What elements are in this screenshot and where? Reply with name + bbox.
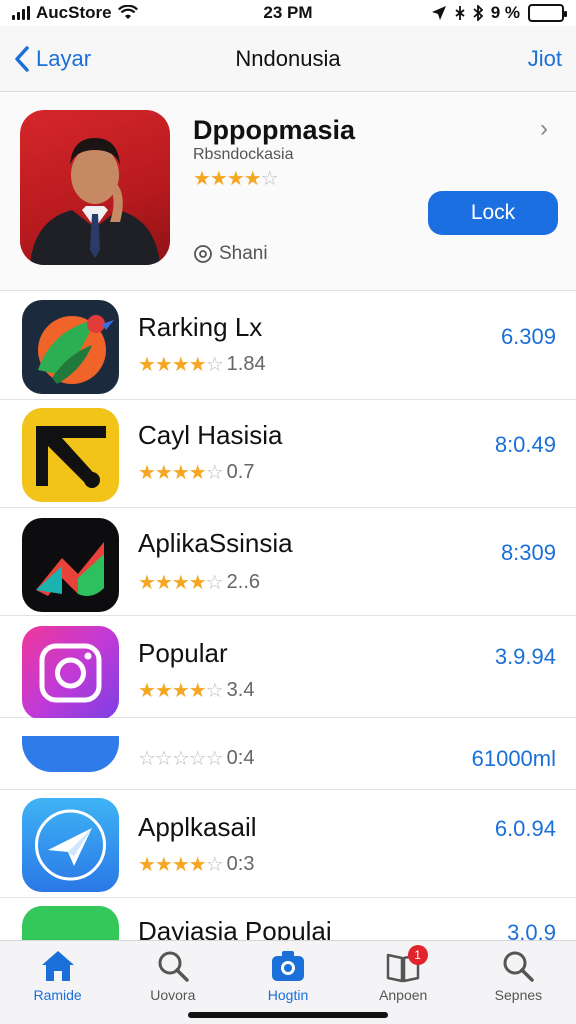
rating-value: 0:4 [226, 747, 255, 769]
back-button[interactable]: Layar [14, 45, 164, 73]
person-portrait-icon [30, 138, 160, 265]
app-name: Rarking Lx [138, 312, 263, 342]
app-name: AplikaSsinsia [138, 528, 293, 558]
tab-label: Ramide [33, 987, 82, 1003]
green-app-icon [22, 906, 119, 940]
blue-partial-icon [22, 736, 119, 772]
list-item[interactable]: Popular ★★★★☆ 3.4 3.9.94 [0, 616, 576, 720]
tab-label: Hogtin [267, 987, 309, 1003]
featured-meta: Shani [193, 243, 268, 265]
signal-icon [12, 6, 30, 20]
chevron-left-icon [15, 45, 29, 72]
colorful-bird-icon [22, 300, 119, 394]
tab-label: Anpoen [379, 987, 428, 1003]
search-icon [158, 951, 189, 982]
app-name: Dayiasia Populai [138, 916, 332, 940]
featured-app-title: Dppopmasia [193, 115, 356, 145]
rating-value: 2..6 [226, 571, 261, 593]
status-left: AucStore [12, 3, 212, 23]
notification-badge: 1 [407, 945, 428, 965]
home-indicator[interactable] [188, 1012, 388, 1018]
camera-gradient-icon [22, 626, 119, 720]
featured-app[interactable]: Dppopmasia Rbsndockasia ★★★★☆ › Lock Sha… [0, 93, 576, 291]
home-icon [41, 951, 74, 981]
nav-action-button[interactable]: Jiot [412, 46, 562, 72]
get-button[interactable]: Lock [428, 191, 558, 235]
app-price[interactable]: 8:309 [501, 540, 556, 566]
app-rating: ☆☆☆☆☆ 0:4 [138, 746, 254, 771]
app-price[interactable]: 3.9.94 [495, 644, 556, 670]
app-price[interactable]: 6.309 [501, 324, 556, 350]
battery-icon [528, 4, 567, 22]
status-right: 9 % [364, 3, 567, 23]
carrier-label: AucStore [36, 3, 112, 22]
app-price[interactable]: 61000ml [472, 746, 556, 772]
featured-app-icon [20, 110, 170, 265]
list-item[interactable]: AplikaSsinsia ★★★★☆ 2..6 8:309 [0, 508, 576, 616]
tab-search[interactable]: Sepnes [461, 941, 576, 1024]
rating-value: 1.84 [226, 353, 266, 375]
rating-stars: ★★★★☆ [138, 572, 224, 594]
tab-bar: Ramide Uovora Hogtin 1 Anpoen Sepnes [0, 940, 576, 1024]
status-time: 23 PM [263, 3, 313, 22]
app-price[interactable]: 3.0.9 [507, 920, 556, 940]
rating-stars: ★★★★☆ [138, 462, 224, 484]
tab-home[interactable]: Ramide [0, 941, 115, 1024]
rating-stars: ★★★★☆ [138, 854, 224, 876]
tab-label: Uovora [150, 987, 196, 1003]
list-item[interactable]: ☆☆☆☆☆ 0:4 61000ml [0, 718, 576, 790]
app-name: Applkasail [138, 812, 257, 842]
rating-value: 3.4 [226, 679, 255, 701]
list-item[interactable]: Dayiasia Populai 3.0.9 [0, 898, 576, 940]
rating-stars: ☆☆☆☆☆ [138, 748, 224, 770]
app-name: Cayl Hasisia [138, 420, 283, 450]
app-rating: ★★★★☆ 3.4 [138, 678, 254, 703]
app-rating: ★★★★☆ 2..6 [138, 570, 260, 595]
app-rating: ★★★★☆ 0.7 [138, 460, 254, 485]
featured-rating-stars: ★★★★☆ [193, 168, 279, 190]
app-rating: ★★★★☆ 0:3 [138, 852, 254, 877]
app-rating: ★★★★☆ 1.84 [138, 352, 266, 377]
at-icon [194, 245, 212, 263]
rating-value: 0.7 [226, 461, 255, 483]
list-item[interactable]: Rarking Lx ★★★★☆ 1.84 6.309 [0, 292, 576, 400]
app-price[interactable]: 8:0.49 [495, 432, 556, 458]
camera-icon [272, 951, 304, 981]
wifi-icon [117, 5, 138, 19]
battery-label: 9 % [490, 3, 520, 22]
app-price[interactable]: 6.0.94 [495, 816, 556, 842]
page-title: Nndonusia [235, 45, 341, 71]
status-bar: AucStore 23 PM 9 % [0, 0, 576, 26]
back-label: Layar [36, 45, 92, 71]
featured-app-subtitle: Rbsndockasia [193, 146, 294, 163]
tab-label: Sepnes [494, 987, 543, 1003]
search-icon [503, 951, 535, 982]
bluetooth-icon [473, 5, 483, 21]
alarm-icon [455, 6, 465, 20]
list-item[interactable]: Cayl Hasisia ★★★★☆ 0.7 8:0.49 [0, 400, 576, 508]
yellow-arrow-icon [22, 408, 119, 502]
list-item[interactable]: Applkasail ★★★★☆ 0:3 6.0.94 [0, 790, 576, 898]
rating-value: 0:3 [226, 853, 255, 875]
featured-meta-label: Shani [219, 243, 268, 264]
chevron-right-icon[interactable]: › [540, 115, 548, 143]
app-name: Popular [138, 638, 228, 668]
navigation-bar: Layar Nndonusia Jiot [0, 26, 576, 92]
rating-stars: ★★★★☆ [138, 680, 224, 702]
dark-arrow-icon [22, 518, 119, 612]
location-icon [431, 6, 446, 20]
rating-stars: ★★★★☆ [138, 354, 224, 376]
paper-plane-icon [22, 798, 119, 892]
